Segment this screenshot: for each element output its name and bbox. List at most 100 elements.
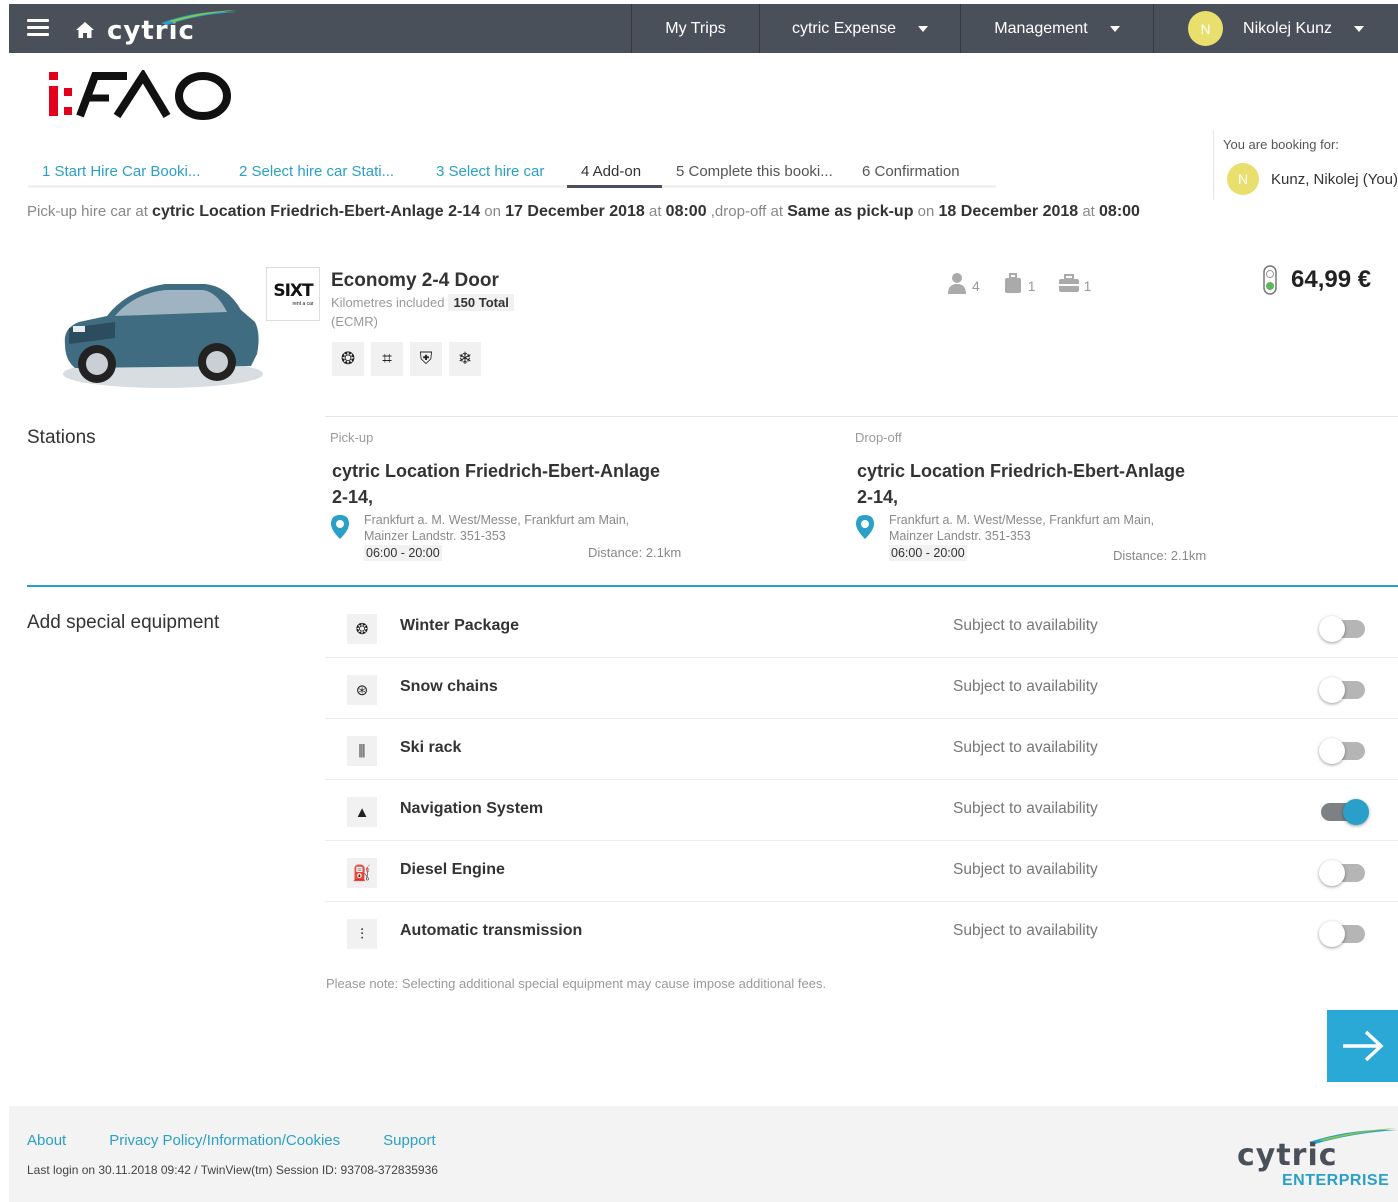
- user-menu[interactable]: N Nikolej Kunz: [1153, 4, 1398, 53]
- air-conditioning-icon: ❄: [449, 342, 481, 376]
- footer-edition: ENTERPRISE: [1282, 1172, 1390, 1189]
- summary-dropoff-time: 08:00: [1099, 203, 1140, 220]
- navigation-system-toggle[interactable]: [1319, 798, 1371, 825]
- pickup-label: Pick-up: [330, 430, 374, 445]
- support-link[interactable]: Support: [383, 1132, 436, 1149]
- top-navigation-bar: cytric My Trips cytric Expense Managemen…: [9, 4, 1398, 53]
- summary-text: ,drop-off at: [706, 203, 788, 220]
- booking-for-traveler[interactable]: N Kunz, Nikolej (You): [1227, 163, 1398, 195]
- equipment-row-automatic-transmission: ⫶ Automatic transmission Subject to avai…: [325, 902, 1398, 963]
- equipment-availability: Subject to availability: [953, 800, 1098, 817]
- step-add-on: 4 Add-on: [567, 158, 662, 188]
- km-label: Kilometres included: [331, 295, 445, 310]
- step-confirmation: 6 Confirmation: [848, 158, 996, 188]
- price-value: 64,99 €: [1291, 266, 1372, 293]
- section-divider: [27, 585, 1398, 587]
- person-icon: [948, 273, 966, 294]
- home-icon[interactable]: [75, 21, 95, 39]
- next-button[interactable]: [1327, 1010, 1398, 1082]
- step-select-station[interactable]: 2 Select hire car Stati...: [225, 158, 422, 188]
- booking-for-panel: You are booking for: N Kunz, Nikolej (Yo…: [1213, 130, 1398, 200]
- diesel-engine-toggle[interactable]: [1319, 859, 1371, 886]
- special-equipment-title: Add special equipment: [27, 612, 220, 633]
- equipment-availability: Subject to availability: [953, 617, 1098, 634]
- snow-chains-toggle[interactable]: [1319, 676, 1371, 703]
- summary-text: on: [913, 203, 939, 220]
- chevron-down-icon: [1109, 25, 1120, 32]
- nav-cytric-expense[interactable]: cytric Expense: [759, 4, 960, 53]
- booking-summary: Pick-up hire car at cytric Location Frie…: [27, 203, 1140, 221]
- traffic-light-icon: [1263, 265, 1277, 295]
- pickup-station-name: cytric Location Friedrich-Ebert-Anlage 2…: [332, 461, 661, 507]
- pickup-station: Pick-up cytric Location Friedrich-Ebert-…: [330, 430, 710, 562]
- arrow-right-icon: [1342, 1030, 1384, 1062]
- station-distance: Distance: 2.1km: [588, 545, 682, 560]
- address-line-2: Mainzer Landstr. 351-353: [889, 529, 1031, 543]
- car-capacity: 4 1 1: [946, 272, 1113, 294]
- equipment-name: Winter Package: [400, 617, 520, 634]
- ski-rack-toggle[interactable]: [1319, 737, 1371, 764]
- summary-pickup-date: 17 December 2018: [505, 203, 645, 220]
- summary-pickup-time: 08:00: [665, 203, 707, 220]
- summary-text: at: [1078, 203, 1100, 220]
- step-select-car[interactable]: 3 Select hire car: [422, 158, 567, 188]
- map-pin-icon[interactable]: [330, 514, 350, 540]
- privacy-policy-link[interactable]: Privacy Policy/Information/Cookies: [109, 1132, 340, 1149]
- menu-icon[interactable]: [27, 19, 49, 37]
- station-distance: Distance: 2.1km: [1113, 548, 1207, 563]
- equipment-availability: Subject to availability: [953, 678, 1098, 695]
- footer: About Privacy Policy/Information/Cookies…: [9, 1106, 1398, 1202]
- equipment-row-ski-rack: ⫼ Ski rack Subject to availability: [325, 719, 1398, 780]
- traveler-name: Kunz, Nikolej (You): [1271, 170, 1398, 188]
- car-features: ❂ ⌗ ⛨ ❄: [332, 342, 488, 376]
- summary-text: Pick-up hire car at: [27, 203, 153, 220]
- equipment-name: Automatic transmission: [400, 922, 583, 939]
- map-pin-icon[interactable]: [855, 514, 875, 540]
- km-value: 150 Total: [448, 294, 514, 311]
- step-start-booking[interactable]: 1 Start Hire Car Booki...: [28, 158, 225, 188]
- equipment-fee-note: Please note: Selecting additional specia…: [326, 976, 827, 991]
- suitcase-icon: [1004, 273, 1021, 293]
- gearshift-icon: ⌗: [371, 342, 403, 376]
- avatar: N: [1188, 11, 1224, 46]
- summary-dropoff-date: 18 December 2018: [938, 203, 1079, 220]
- small-bag-count: 1: [1083, 278, 1092, 294]
- equipment-name: Snow chains: [400, 678, 498, 695]
- kilometres-included: Kilometres included 150 Total: [331, 294, 514, 311]
- shield-icon: ⛨: [410, 342, 442, 376]
- nav-my-trips[interactable]: My Trips: [631, 4, 759, 53]
- chevron-down-icon: [1353, 25, 1364, 32]
- nav-management-label: Management: [994, 19, 1088, 37]
- avatar: N: [1227, 163, 1259, 195]
- small-luggage-capacity: 1: [1058, 272, 1092, 294]
- car-image: [63, 284, 263, 388]
- equipment-row-snow-chains: ⊛ Snow chains Subject to availability: [325, 658, 1398, 719]
- vendor-name: SIXT: [273, 281, 313, 301]
- address-line-2: Mainzer Landstr. 351-353: [364, 529, 506, 543]
- special-equipment-list: ❂ Winter Package Subject to availability…: [325, 597, 1398, 963]
- chevron-down-icon: [918, 25, 929, 32]
- summary-dropoff: Same as pick-up: [787, 203, 914, 220]
- summary-text: at: [644, 203, 666, 220]
- large-luggage-capacity: 1: [1002, 272, 1036, 294]
- car-price: 64,99 €: [1263, 265, 1371, 295]
- opening-hours: 06:00 - 20:00: [364, 545, 442, 561]
- user-name: Nikolej Kunz: [1243, 19, 1332, 37]
- equipment-name: Ski rack: [400, 739, 462, 756]
- winter-package-toggle[interactable]: [1319, 615, 1371, 642]
- dropoff-label: Drop-off: [855, 430, 902, 445]
- equipment-availability: Subject to availability: [953, 922, 1098, 939]
- nav-management[interactable]: Management: [960, 4, 1153, 53]
- address-line-1: Frankfurt a. M. West/Messe, Frankfurt am…: [889, 513, 1155, 527]
- equipment-name: Diesel Engine: [400, 861, 505, 878]
- footer-brand: cytric: [1237, 1138, 1338, 1173]
- vendor-tagline: rent a car: [292, 301, 314, 307]
- equipment-row-navigation-system: ▲ Navigation System Subject to availabil…: [325, 780, 1398, 841]
- car-code: (ECMR): [331, 314, 378, 329]
- session-info: Last login on 30.11.2018 09:42 / TwinVie…: [27, 1163, 438, 1177]
- about-link[interactable]: About: [27, 1132, 66, 1149]
- summary-location: cytric Location Friedrich-Ebert-Anlage 2…: [152, 203, 481, 220]
- automatic-transmission-toggle[interactable]: [1319, 920, 1371, 947]
- nav-my-trips-label: My Trips: [665, 19, 726, 37]
- equipment-availability: Subject to availability: [953, 861, 1098, 878]
